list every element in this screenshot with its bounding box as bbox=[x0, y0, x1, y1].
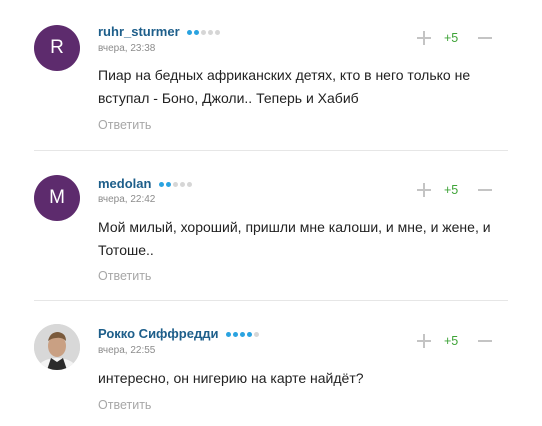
rating-dot bbox=[173, 182, 179, 188]
comment-time: вчера, 22:42 bbox=[98, 194, 156, 205]
avatar[interactable] bbox=[34, 324, 80, 370]
avatar-letter: R bbox=[50, 37, 64, 58]
user-rating-dots bbox=[159, 182, 193, 188]
downvote-minus-icon[interactable] bbox=[478, 31, 492, 45]
reply-button[interactable]: Ответить bbox=[98, 118, 151, 132]
reply-button[interactable]: Ответить bbox=[98, 269, 151, 283]
upvote-plus-icon[interactable] bbox=[417, 183, 431, 197]
rating-dot bbox=[187, 182, 193, 188]
comment-item: R ruhr_sturmer вчера, 23:38 +5 Пиар на б… bbox=[0, 0, 542, 150]
username-link[interactable]: Рокко Сиффредди bbox=[98, 326, 260, 341]
rating-dot bbox=[194, 30, 200, 36]
username-link[interactable]: ruhr_sturmer bbox=[98, 24, 221, 39]
comment-text: Мой милый, хороший, пришли мне калоши, и… bbox=[98, 219, 491, 258]
downvote-minus-icon[interactable] bbox=[478, 334, 492, 348]
username-link[interactable]: medolan bbox=[98, 176, 193, 191]
rating-dot bbox=[187, 30, 193, 36]
user-rating-dots bbox=[187, 30, 221, 36]
comment-score: +5 bbox=[444, 334, 459, 348]
rating-dot bbox=[226, 332, 232, 338]
username: ruhr_sturmer bbox=[98, 24, 180, 39]
rating-dot bbox=[201, 30, 207, 36]
comment-score: +5 bbox=[444, 31, 459, 45]
rating-dot bbox=[180, 182, 186, 188]
user-photo-icon bbox=[34, 324, 80, 370]
comment-text: Пиар на бедных африканских детях, кто в … bbox=[98, 67, 471, 106]
rating-dot bbox=[233, 332, 239, 338]
reply-button[interactable]: Ответить bbox=[98, 398, 151, 412]
avatar[interactable]: R bbox=[34, 25, 80, 71]
rating-dot bbox=[247, 332, 253, 338]
rating-dot bbox=[215, 30, 221, 36]
avatar[interactable]: M bbox=[34, 175, 80, 221]
rating-dot bbox=[159, 182, 165, 188]
rating-dot bbox=[208, 30, 214, 36]
comment-time: вчера, 22:55 bbox=[98, 345, 156, 356]
upvote-plus-icon[interactable] bbox=[417, 31, 431, 45]
username: Рокко Сиффредди bbox=[98, 326, 219, 341]
comment-score: +5 bbox=[444, 183, 459, 197]
upvote-plus-icon[interactable] bbox=[417, 334, 431, 348]
comment-item: M medolan вчера, 22:42 +5 Мой милый, хор… bbox=[0, 150, 542, 300]
rating-dot bbox=[166, 182, 172, 188]
comment-text: интересно, он нигерию на карте найдёт? bbox=[98, 370, 364, 386]
rating-dot bbox=[254, 332, 260, 338]
comment-time: вчера, 23:38 bbox=[98, 43, 156, 54]
avatar-letter: M bbox=[49, 187, 65, 208]
rating-dot bbox=[240, 332, 246, 338]
comment-item: Рокко Сиффредди вчера, 22:55 +5 интересн… bbox=[0, 300, 542, 426]
downvote-minus-icon[interactable] bbox=[478, 183, 492, 197]
user-rating-dots bbox=[226, 332, 260, 338]
username: medolan bbox=[98, 176, 152, 191]
